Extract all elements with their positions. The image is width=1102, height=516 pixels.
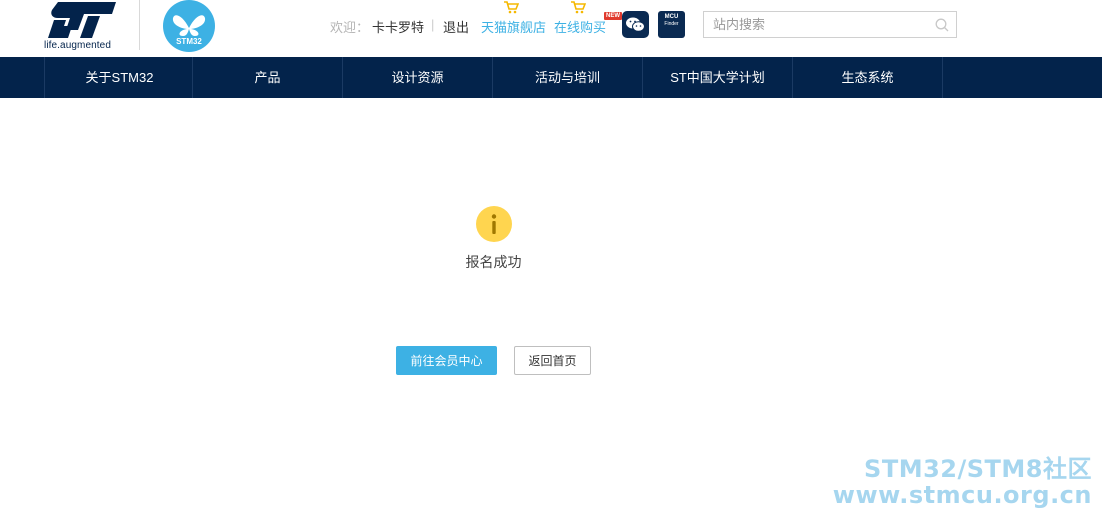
mcu-finder-line2: Finder bbox=[664, 21, 679, 27]
status-message: 报名成功 bbox=[465, 254, 522, 270]
header: life.augmented STM32 欢迎： 卡卡罗特 | 退出 天猫旗舰店… bbox=[0, 0, 1102, 57]
wechat-icon bbox=[626, 17, 645, 32]
mcu-finder-line1: MCU bbox=[664, 14, 679, 20]
watermark: STM32/STM8社区 www.stmcu.org.cn bbox=[833, 456, 1092, 508]
username[interactable]: 卡卡罗特 bbox=[372, 17, 424, 36]
new-badge: NEW bbox=[604, 12, 622, 20]
st-tagline: life.augmented bbox=[44, 40, 112, 51]
mcu-finder-button[interactable]: MCU Finder bbox=[658, 11, 685, 38]
nav-item-design-resources[interactable]: 设计资源 bbox=[342, 57, 492, 98]
nav-divider bbox=[942, 57, 943, 98]
online-shop-link[interactable]: 在线购买 bbox=[554, 17, 606, 36]
watermark-line1: STM32/STM8社区 bbox=[864, 455, 1092, 483]
stm32-logo[interactable]: STM32 bbox=[163, 0, 215, 52]
nav-item-ecosystem[interactable]: 生态系统 bbox=[792, 57, 942, 98]
welcome-label: 欢迎： bbox=[330, 20, 370, 35]
cart-icon bbox=[571, 1, 586, 14]
cart-icon bbox=[504, 1, 519, 14]
separator: | bbox=[431, 17, 435, 32]
search-input[interactable] bbox=[704, 12, 926, 37]
nav-item-products[interactable]: 产品 bbox=[192, 57, 342, 98]
search-box bbox=[703, 11, 957, 38]
nav-item-about-stm32[interactable]: 关于STM32 bbox=[44, 57, 194, 98]
tmall-store-link[interactable]: 天猫旗舰店 bbox=[481, 17, 546, 36]
logout-link[interactable]: 退出 bbox=[443, 17, 469, 36]
watermark-line2: www.stmcu.org.cn bbox=[832, 481, 1092, 509]
stm32-logo-text: STM32 bbox=[176, 37, 202, 46]
member-center-button[interactable]: 前往会员中心 bbox=[396, 346, 497, 375]
back-home-button[interactable]: 返回首页 bbox=[514, 346, 591, 375]
header-divider bbox=[139, 0, 140, 50]
wechat-button[interactable] bbox=[622, 11, 649, 38]
nav-item-events-training[interactable]: 活动与培训 bbox=[492, 57, 642, 98]
nav-item-university-program[interactable]: ST中国大学计划 bbox=[642, 57, 792, 98]
info-icon bbox=[476, 206, 512, 242]
main-nav: 关于STM32 产品 设计资源 活动与培训 ST中国大学计划 生态系统 bbox=[0, 57, 1102, 98]
search-icon[interactable] bbox=[934, 17, 950, 33]
